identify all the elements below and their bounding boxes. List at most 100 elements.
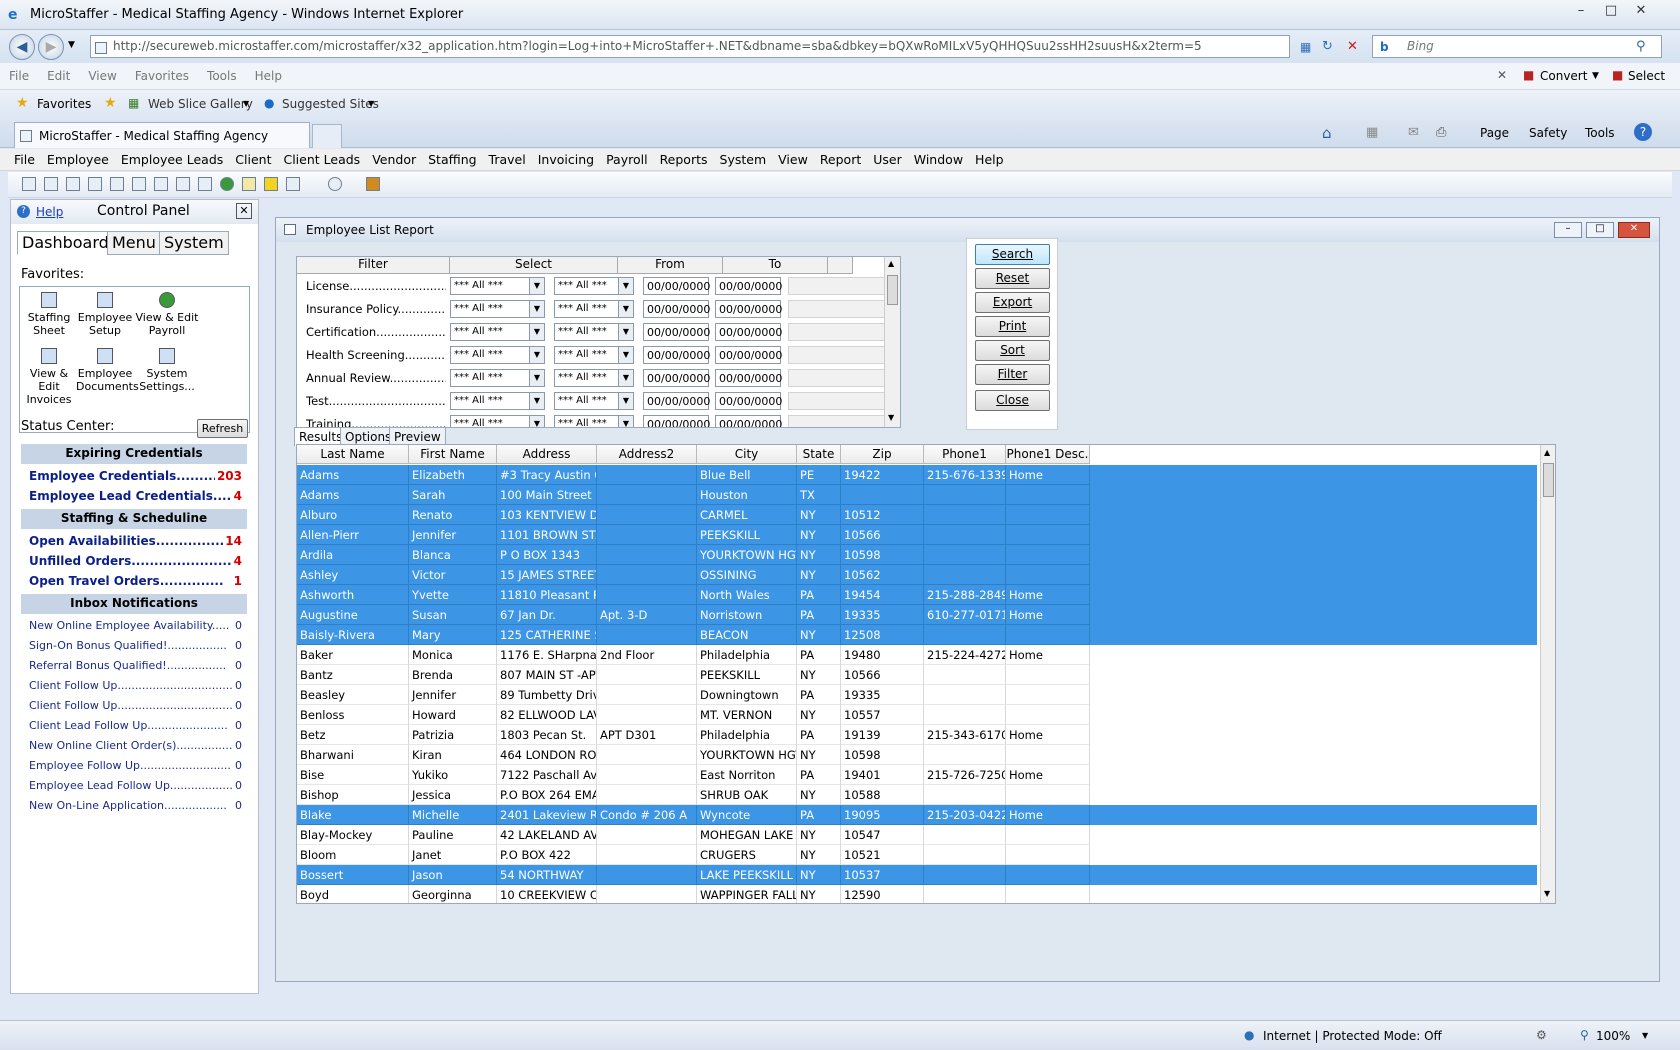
from-date-input[interactable]: 00/00/0000: [643, 392, 710, 410]
app-menu-report[interactable]: Report: [814, 149, 867, 167]
table-row[interactable]: Ashley Victor 15 JAMES STREET OSSINING NY 105…: [297, 565, 1537, 585]
cell-address[interactable]: 103 KENTVIEW DR: [497, 505, 597, 525]
cell-address[interactable]: 7122 Paschall Avenue: [497, 765, 597, 785]
cell-phone1-desc[interactable]: Home: [1006, 765, 1090, 785]
cell-address2[interactable]: [597, 685, 697, 705]
col-header-phone1-desc[interactable]: Phone1 Desc.: [1006, 445, 1090, 464]
cell-address2[interactable]: [597, 865, 697, 885]
cell-phone1-desc[interactable]: [1006, 705, 1090, 725]
app-menu-invoicing[interactable]: Invoicing: [532, 149, 600, 167]
address-bar[interactable]: http://secureweb.microstaffer.com/micros…: [90, 35, 1290, 58]
money-icon[interactable]: [220, 177, 234, 191]
cell-address2[interactable]: [597, 505, 697, 525]
cell-address2[interactable]: [597, 765, 697, 785]
cell-last-name[interactable]: Boyd: [297, 885, 409, 903]
cell-phone1[interactable]: [924, 525, 1006, 545]
refresh-icon[interactable]: ↻: [1322, 39, 1333, 54]
cell-city[interactable]: PEEKSKILL: [697, 525, 797, 545]
cell-address[interactable]: 15 JAMES STREET: [497, 565, 597, 585]
cell-phone1-desc[interactable]: [1006, 745, 1090, 765]
cell-state[interactable]: NY: [797, 745, 841, 765]
cell-phone1-desc[interactable]: [1006, 845, 1090, 865]
filter-select-1[interactable]: *** All *** ▼: [450, 346, 545, 364]
status-open-availabilities[interactable]: Open Availabilities................ 14: [29, 534, 244, 548]
cell-zip[interactable]: 10547: [841, 825, 924, 845]
fav-employee-documents[interactable]: Employee Documents: [76, 348, 139, 393]
cell-address[interactable]: 10 CREEKVIEW CT: [497, 885, 597, 903]
tab-dashboard[interactable]: Dashboard: [17, 231, 114, 255]
inbox-item[interactable]: New Online Employee Availability..... 0: [29, 619, 244, 632]
cell-phone1[interactable]: [924, 845, 1006, 865]
grid-icon[interactable]: [176, 177, 190, 191]
table-row[interactable]: AshworthYvette11810 Pleasant Ridge North …: [297, 585, 1537, 605]
dropdown-arrow-icon[interactable]: ▼: [529, 393, 544, 409]
print-tool-icon[interactable]: [88, 177, 102, 191]
control-panel-help-link[interactable]: Help: [36, 205, 63, 219]
cell-first-name[interactable]: Patrizia: [409, 725, 497, 745]
cell-address[interactable]: 1176 E. SHarpnack: [497, 645, 597, 665]
fav-staffing-sheet[interactable]: Staffing Sheet: [20, 292, 78, 337]
fav-view-edit-payroll[interactable]: View & Edit Payroll: [134, 292, 200, 337]
scroll-thumb[interactable]: [1543, 463, 1554, 497]
grid-edit-icon[interactable]: [198, 177, 212, 191]
browser-menu-file[interactable]: File: [0, 63, 38, 83]
cell-address2[interactable]: [597, 705, 697, 725]
cell-phone1-desc[interactable]: Home: [1006, 585, 1090, 605]
filter-select-1[interactable]: *** All *** ▼: [450, 369, 545, 387]
status-employee-lead-credentials[interactable]: Employee Lead Credentials.... 4: [29, 489, 244, 503]
inbox-item[interactable]: New Online Client Order(s)..............…: [29, 739, 244, 752]
home-icon[interactable]: ⌂: [1322, 124, 1332, 142]
sort-button[interactable]: Sort: [975, 340, 1050, 361]
cell-first-name[interactable]: Mary: [409, 625, 497, 645]
cell-address2[interactable]: Condo # 206 A: [597, 805, 697, 825]
cell-last-name[interactable]: Bishop: [297, 785, 409, 805]
cell-phone1-desc[interactable]: [1006, 545, 1090, 565]
app-menu-view[interactable]: View: [772, 149, 814, 167]
cell-address2[interactable]: [597, 825, 697, 845]
notes-icon[interactable]: [242, 177, 256, 191]
cell-city[interactable]: YOURKTOWN HGT: [697, 745, 797, 765]
protected-mode-icon[interactable]: ⚙: [1536, 1028, 1547, 1042]
exit-icon[interactable]: [366, 177, 380, 191]
dropdown-arrow-icon[interactable]: ▼: [618, 301, 633, 317]
cell-phone1[interactable]: 610-277-0171: [924, 605, 1006, 625]
cell-first-name[interactable]: Michelle: [409, 805, 497, 825]
status-unfilled-orders[interactable]: Unfilled Orders...................... 4: [29, 554, 244, 568]
to-date-input[interactable]: 00/00/0000: [715, 415, 782, 427]
cell-phone1[interactable]: [924, 625, 1006, 645]
cell-zip[interactable]: 10598: [841, 545, 924, 565]
cell-zip[interactable]: 19454: [841, 585, 924, 605]
cell-last-name[interactable]: Bise: [297, 765, 409, 785]
zoom-dropdown-icon[interactable]: ▼: [1642, 1031, 1648, 1040]
cell-state[interactable]: NY: [797, 845, 841, 865]
table-row[interactable]: BishopJessicaP.O BOX 264 EMAIN SHRUB OAKN…: [297, 785, 1537, 805]
close-window-button[interactable]: ✕: [1628, 2, 1654, 20]
cell-address2[interactable]: 2nd Floor: [597, 645, 697, 665]
cell-city[interactable]: MT. VERNON: [697, 705, 797, 725]
dropdown-arrow-icon[interactable]: ▼: [529, 347, 544, 363]
cell-phone1-desc[interactable]: [1006, 625, 1090, 645]
cell-phone1-desc[interactable]: [1006, 565, 1090, 585]
search-icon[interactable]: ⚲: [1636, 39, 1646, 54]
cell-address2[interactable]: [597, 525, 697, 545]
status-open-travel-orders[interactable]: Open Travel Orders.............. 1: [29, 574, 244, 588]
cell-last-name[interactable]: Baisly-Rivera: [297, 625, 409, 645]
filter-select-2[interactable]: *** All *** ▼: [554, 369, 634, 387]
cell-last-name[interactable]: Baker: [297, 645, 409, 665]
table-row[interactable]: Augustine Susan 67 Jan Dr. Apt. 3-D Norristo…: [297, 605, 1537, 625]
cell-phone1[interactable]: [924, 545, 1006, 565]
to-date-input[interactable]: 00/00/0000: [715, 277, 782, 295]
cell-address2[interactable]: [597, 565, 697, 585]
select-button[interactable]: Select: [1628, 69, 1665, 83]
dropdown-arrow-icon[interactable]: ▼: [618, 324, 633, 340]
cell-last-name[interactable]: Augustine: [297, 605, 409, 625]
col-header-city[interactable]: City: [697, 445, 797, 464]
cell-state[interactable]: NY: [797, 545, 841, 565]
cell-zip[interactable]: 10566: [841, 525, 924, 545]
app-menu-user[interactable]: User: [867, 149, 908, 167]
cell-zip[interactable]: 10598: [841, 745, 924, 765]
table-row[interactable]: Bossert Jason 54 NORTHWAY LAKE PEEKSKILL NY 1…: [297, 865, 1537, 885]
cell-zip[interactable]: 19095: [841, 805, 924, 825]
cell-state[interactable]: PA: [797, 645, 841, 665]
scroll-down-icon[interactable]: ▼: [1544, 889, 1550, 898]
